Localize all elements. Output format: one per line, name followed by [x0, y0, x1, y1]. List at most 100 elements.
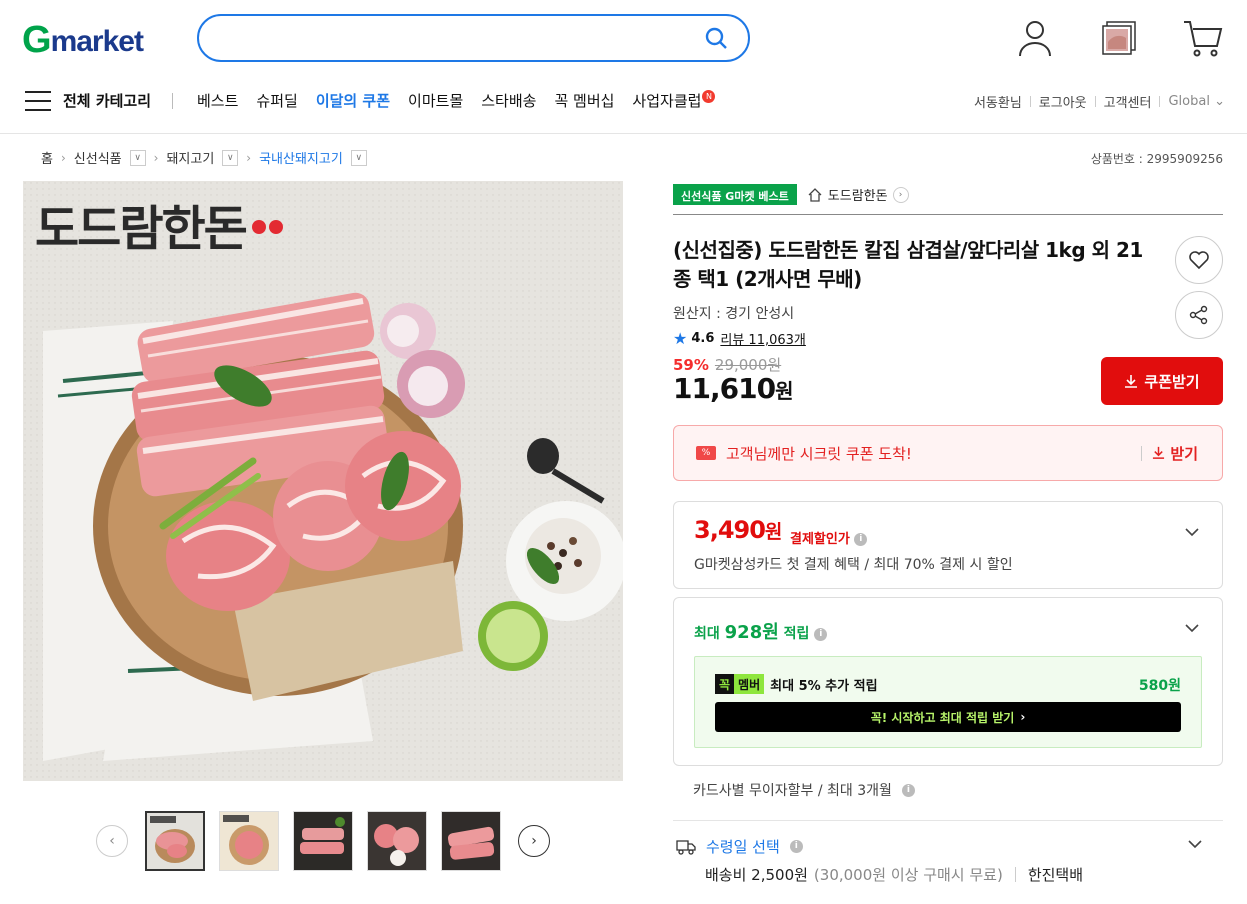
membership-logo: 꼭 멤버: [715, 674, 765, 694]
thumbnail-strip: ‹ ›: [96, 811, 550, 871]
shipping-free-note: (30,000원 이상 구매시 무료): [813, 866, 1003, 884]
points-suffix: 적립: [778, 626, 810, 642]
nav-item-business-club[interactable]: 사업자클럽 N: [632, 90, 716, 111]
sale-price-unit: 원: [775, 379, 793, 403]
chevron-down-icon[interactable]: [1187, 836, 1203, 852]
membership-text: 최대 5% 추가 적립: [770, 678, 878, 694]
nav-item-membership[interactable]: 꼭 멤버십: [554, 90, 614, 111]
chevron-down-icon[interactable]: ∨: [222, 149, 239, 166]
search-icon[interactable]: [704, 26, 728, 50]
customer-center-link[interactable]: 고객센터: [1104, 92, 1152, 111]
installment-text: 카드사별 무이자할부 / 최대 3개월: [693, 783, 892, 799]
breadcrumb-pork[interactable]: 돼지고기: [166, 148, 214, 167]
card-discount-desc: G마켓삼성카드 첫 결제 혜택 / 최대 70% 결제 시 할인: [694, 557, 1013, 573]
global-link[interactable]: Global ⌄: [1168, 94, 1225, 109]
chevron-right-icon: ›: [892, 186, 909, 203]
chevron-right-icon: ›: [246, 150, 252, 165]
thumbnail-3[interactable]: [293, 811, 353, 871]
nav-item-business-club-label: 사업자클럽: [632, 92, 702, 110]
membership-amount: 580원: [1138, 678, 1181, 694]
share-icon: [1189, 305, 1208, 325]
secret-coupon-text: 고객님께만 시크릿 쿠폰 도착!: [726, 444, 912, 463]
heart-icon: [1189, 251, 1209, 270]
nav-item-best[interactable]: 베스트: [197, 90, 238, 111]
chevron-down-icon[interactable]: ∨: [350, 149, 367, 166]
shipping-row: 수령일 선택 i: [676, 836, 803, 857]
nav-item-emart[interactable]: 이마트몰: [408, 90, 463, 111]
membership-logo-a: 꼭: [715, 674, 735, 694]
card-discount-label: 결제할인가 i: [790, 528, 868, 547]
membership-start-label: 꼭! 시작하고 최대 적립 받기: [870, 710, 1015, 725]
home-icon: [808, 187, 822, 202]
card-discount-amount: 3,490: [694, 516, 766, 544]
thumbnail-5[interactable]: [441, 811, 501, 871]
best-badge[interactable]: 신선식품 G마켓 베스트: [673, 184, 797, 205]
username-link[interactable]: 서동환님: [974, 92, 1022, 111]
product-main-image[interactable]: 도드람한돈: [23, 181, 623, 781]
points-header: 최대 928원 적립 i: [694, 618, 828, 644]
brand-dots-icon: [251, 220, 283, 234]
review-count-link[interactable]: 리뷰 11,063개: [720, 329, 806, 348]
get-coupon-label: 쿠폰받기: [1144, 372, 1200, 391]
nav-item-coupon[interactable]: 이달의 쿠폰: [316, 90, 390, 111]
global-label: Global: [1168, 94, 1210, 109]
info-icon[interactable]: i: [814, 627, 828, 641]
all-categories-button[interactable]: 전체 카테고리: [25, 90, 151, 111]
wishlist-button[interactable]: [1175, 236, 1223, 284]
logout-link[interactable]: 로그아웃: [1039, 92, 1087, 111]
thumbnail-4[interactable]: [367, 811, 427, 871]
nav-divider: [172, 93, 173, 109]
shop-link[interactable]: 도드람한돈 ›: [807, 185, 909, 204]
chevron-down-icon[interactable]: [1184, 620, 1200, 636]
truck-icon: [676, 839, 696, 855]
share-button[interactable]: [1175, 291, 1223, 339]
download-icon: [1153, 446, 1165, 459]
chevron-down-icon: ⌄: [1214, 94, 1225, 109]
membership-start-button[interactable]: 꼭! 시작하고 최대 적립 받기 ›: [715, 702, 1181, 732]
thumbnail-2[interactable]: [219, 811, 279, 871]
chevron-down-icon[interactable]: [1184, 524, 1200, 540]
product-photo: [23, 181, 623, 781]
user-icon[interactable]: [1013, 16, 1057, 60]
get-coupon-button[interactable]: 쿠폰받기: [1101, 357, 1223, 405]
breadcrumb-fresh-food[interactable]: 신선식품: [74, 148, 122, 167]
points-amount: 928원: [724, 622, 779, 643]
product-number: 상품번호 : 2995909256: [1090, 152, 1223, 166]
breadcrumb-domestic-pork[interactable]: 국내산돼지고기: [259, 148, 343, 167]
recent-view-icon[interactable]: [1097, 16, 1141, 60]
logo-text: market: [50, 25, 144, 58]
nav-item-superdeal[interactable]: 슈퍼딜: [256, 90, 297, 111]
delivery-date-select[interactable]: 수령일 선택: [706, 836, 780, 857]
secret-coupon-banner[interactable]: % 고객님께만 시크릿 쿠폰 도착! 받기: [673, 425, 1223, 481]
gmarket-logo[interactable]: Gmarket: [22, 18, 144, 62]
thumbnail-1[interactable]: [145, 811, 205, 871]
hamburger-icon: [25, 90, 51, 111]
cart-icon[interactable]: [1181, 16, 1225, 60]
new-badge: N: [702, 90, 716, 103]
card-discount-box[interactable]: 3,490원 결제할인가 i G마켓삼성카드 첫 결제 혜택 / 최대 70% …: [673, 501, 1223, 589]
info-icon[interactable]: i: [789, 840, 803, 853]
shipping-fee: 배송비 2,500원: [705, 866, 808, 884]
nav-item-star-delivery[interactable]: 스타배송: [481, 90, 536, 111]
download-icon: [1125, 375, 1138, 388]
chevron-right-icon: ›: [60, 150, 66, 165]
search-input[interactable]: [197, 14, 750, 62]
points-prefix: 최대: [694, 626, 725, 642]
membership-logo-b: 멤버: [734, 674, 765, 694]
info-icon[interactable]: i: [901, 783, 915, 797]
header-divider: [0, 133, 1247, 134]
secret-coupon-get-label: 받기: [1170, 445, 1198, 463]
sale-price-value: 11,610: [673, 372, 776, 405]
thumb-next-button[interactable]: ›: [518, 825, 550, 857]
shipping-fee-row: 배송비 2,500원 (30,000원 이상 구매시 무료) 한진택배: [705, 864, 1083, 885]
chevron-right-icon: ›: [153, 150, 159, 165]
sale-price: 11,610원: [673, 372, 793, 405]
breadcrumb-home[interactable]: 홈: [41, 148, 53, 167]
chevron-down-icon[interactable]: ∨: [129, 149, 146, 166]
star-icon: ★: [673, 329, 688, 348]
product-title: (신선집중) 도드람한돈 칼집 삼겹살/앞다리살 1kg 외 21종 택1 (2…: [673, 238, 1143, 291]
installment-row: 카드사별 무이자할부 / 최대 3개월 i: [693, 780, 915, 800]
secret-coupon-get-button[interactable]: 받기: [1152, 443, 1198, 464]
thumb-prev-button[interactable]: ‹: [96, 825, 128, 857]
info-icon[interactable]: i: [854, 533, 868, 546]
